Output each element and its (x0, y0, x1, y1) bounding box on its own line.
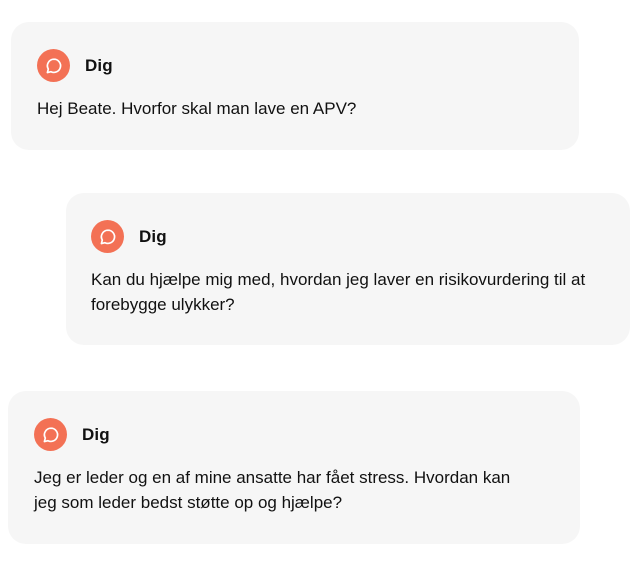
suggested-prompt-card[interactable]: Dig Kan du hjælpe mig med, hvordan jeg l… (66, 193, 630, 345)
chat-bubble-icon (43, 426, 58, 442)
message-text: Hej Beate. Hvorfor skal man lave en APV? (37, 99, 357, 118)
message-text: Jeg er leder og en af mine ansatte har f… (34, 468, 511, 512)
message-header: Dig (37, 49, 579, 82)
suggested-prompt-card[interactable]: Dig Jeg er leder og en af mine ansatte h… (8, 391, 580, 544)
message-header: Dig (34, 418, 580, 451)
avatar (37, 49, 70, 82)
avatar (34, 418, 67, 451)
chat-bubble-icon (100, 228, 115, 244)
chat-bubble-icon (46, 57, 61, 73)
message-header: Dig (91, 220, 630, 253)
sender-name: Dig (82, 424, 110, 444)
avatar (91, 220, 124, 253)
suggested-prompt-card[interactable]: Dig Hej Beate. Hvorfor skal man lave en … (11, 22, 579, 150)
sender-name: Dig (139, 226, 167, 246)
sender-name: Dig (85, 55, 113, 75)
message-text: Kan du hjælpe mig med, hvordan jeg laver… (91, 270, 586, 314)
